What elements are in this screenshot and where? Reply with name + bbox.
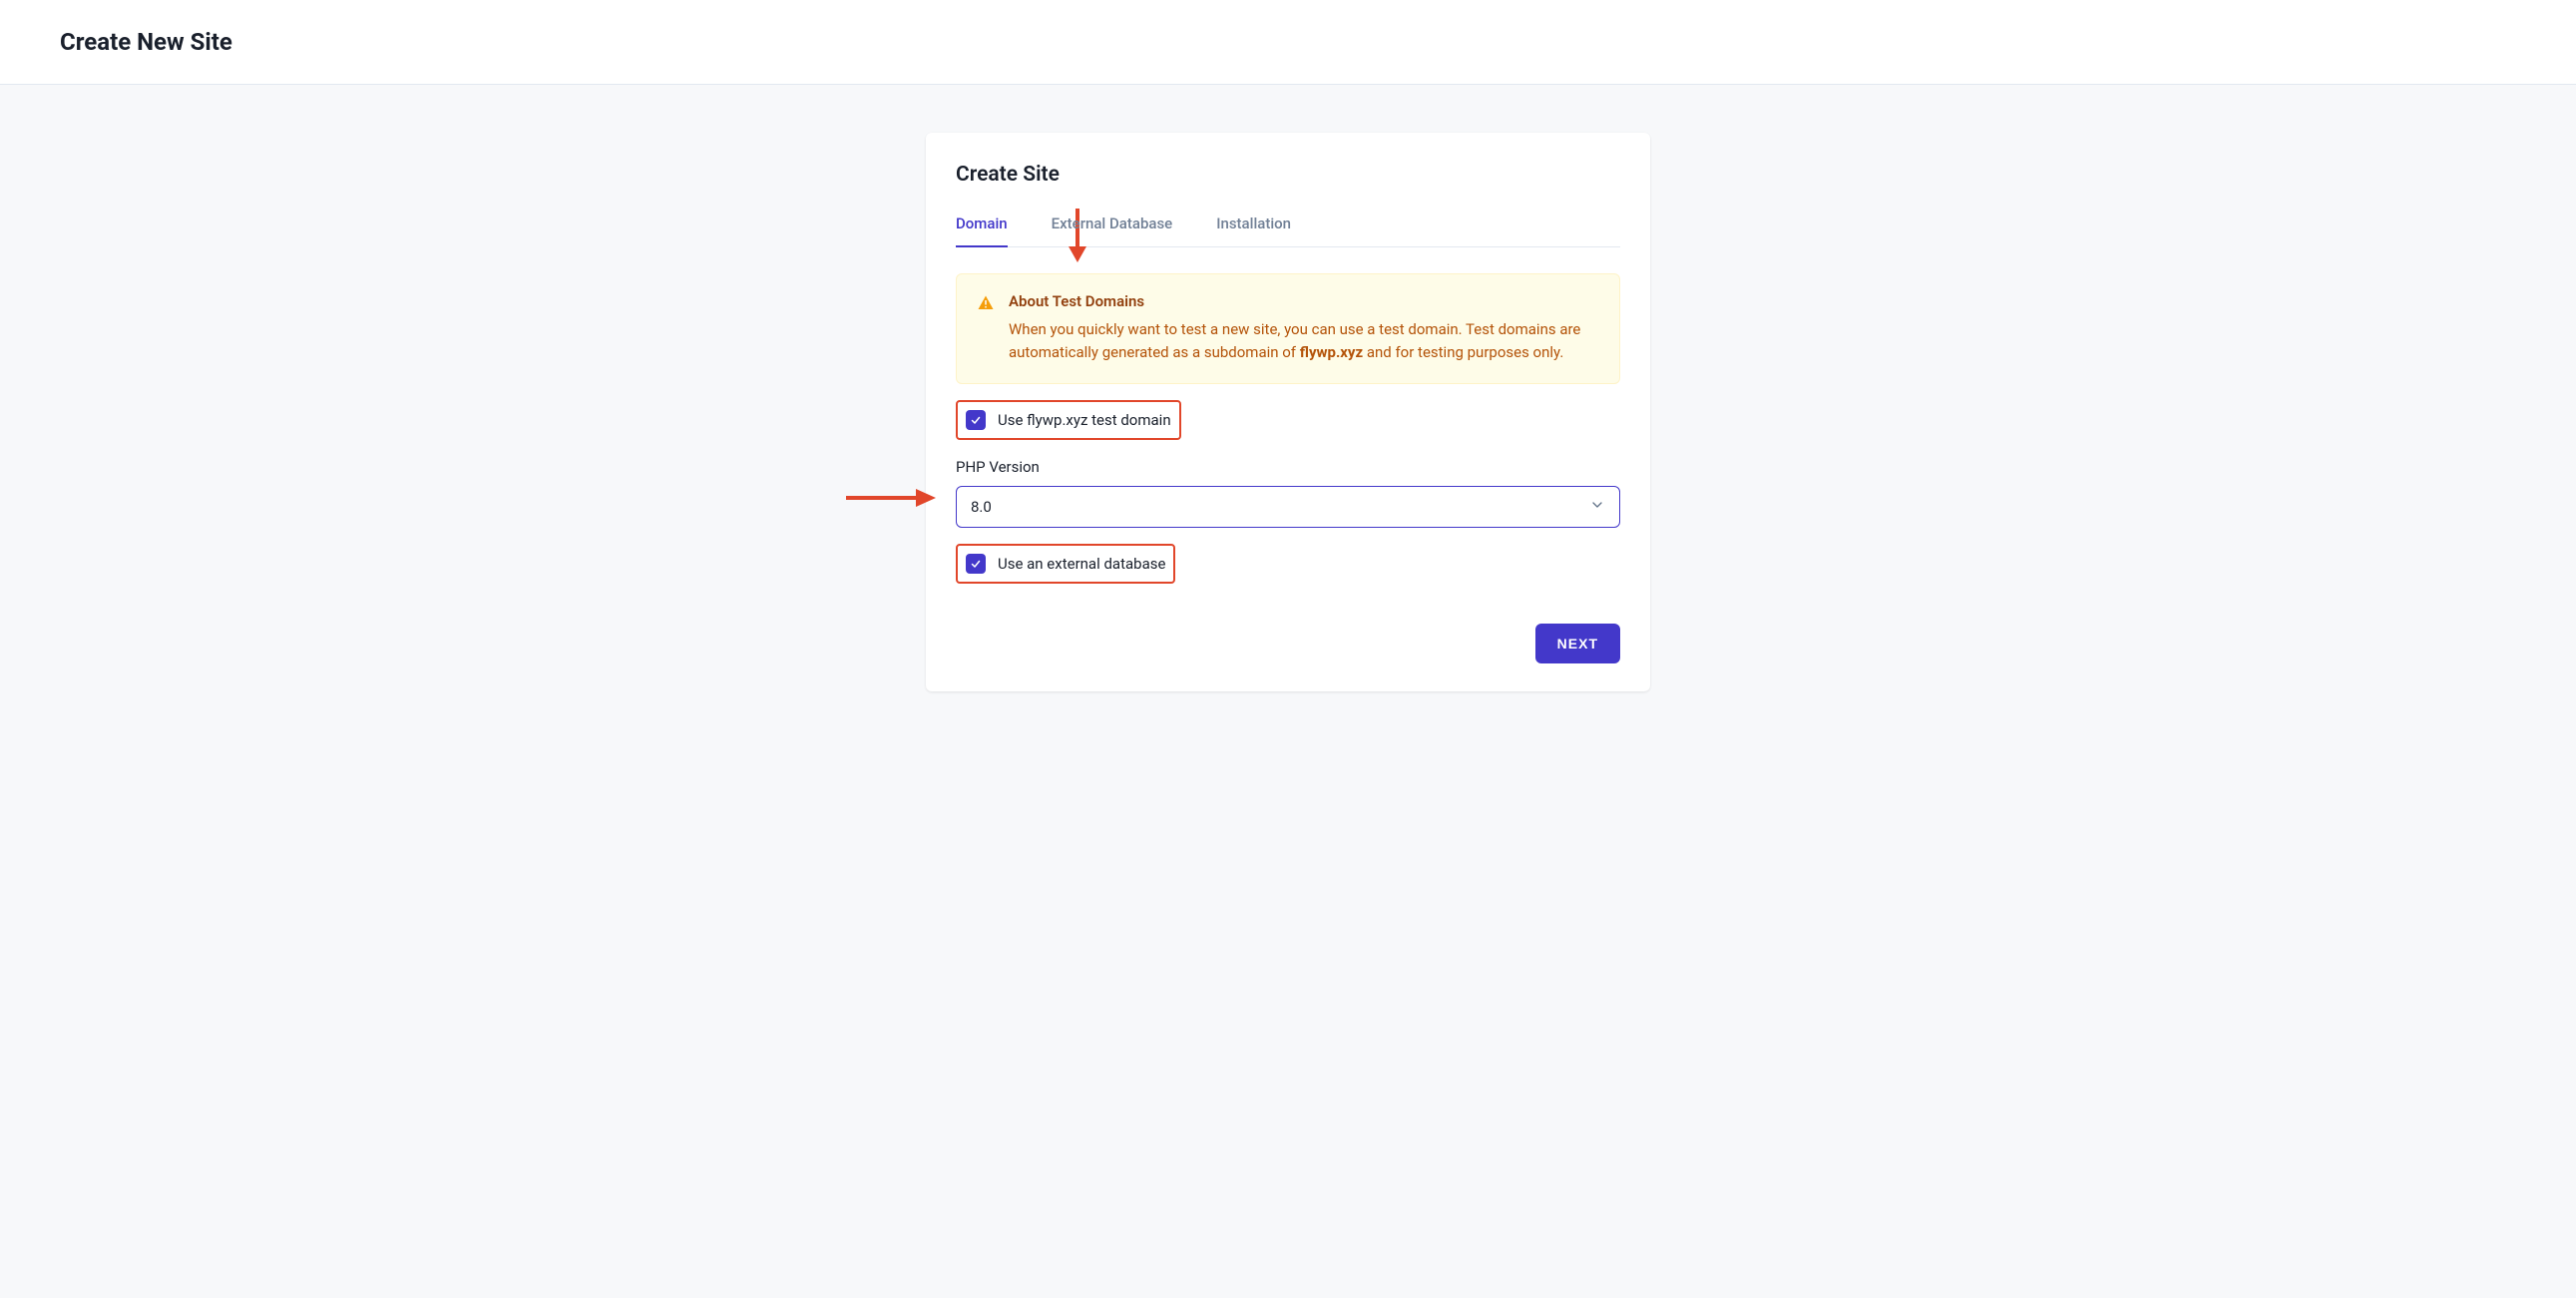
page-header: Create New Site — [0, 0, 2576, 85]
info-body-bold: flywp.xyz — [1300, 343, 1363, 361]
php-version-select[interactable]: 8.0 — [956, 486, 1620, 528]
create-site-card: Create Site Domain External Database Ins… — [926, 133, 1650, 691]
external-db-checkbox-row[interactable]: Use an external database — [956, 544, 1175, 584]
tabs: Domain External Database Installation — [956, 215, 1620, 247]
warning-icon — [977, 294, 995, 365]
check-icon — [970, 558, 982, 570]
tabs-container: Domain External Database Installation — [956, 215, 1620, 247]
external-db-checkbox-label[interactable]: Use an external database — [998, 555, 1165, 573]
info-body-post: and for testing purposes only. — [1363, 343, 1563, 361]
external-db-checkbox[interactable] — [966, 554, 986, 574]
php-version-label: PHP Version — [956, 458, 1620, 476]
test-domain-checkbox-row[interactable]: Use flywp.xyz test domain — [956, 400, 1181, 440]
card-title: Create Site — [956, 163, 1620, 187]
next-button[interactable]: NEXT — [1535, 624, 1620, 663]
php-version-value: 8.0 — [971, 498, 992, 516]
tab-installation[interactable]: Installation — [1216, 215, 1291, 246]
annotation-arrow-right-icon — [846, 486, 936, 510]
test-domains-info-box: About Test Domains When you quickly want… — [956, 273, 1620, 384]
php-version-field: PHP Version 8.0 — [956, 458, 1620, 528]
chevron-down-icon — [1589, 497, 1605, 517]
tab-domain[interactable]: Domain — [956, 215, 1008, 246]
info-title: About Test Domains — [1009, 292, 1599, 310]
test-domains-info-content: About Test Domains When you quickly want… — [1009, 292, 1599, 365]
tab-external-database[interactable]: External Database — [1052, 215, 1173, 246]
test-domain-checkbox-label[interactable]: Use flywp.xyz test domain — [998, 411, 1171, 429]
info-body: When you quickly want to test a new site… — [1009, 318, 1599, 365]
page-title: Create New Site — [60, 28, 2516, 56]
check-icon — [970, 414, 982, 426]
page-background: Create Site Domain External Database Ins… — [0, 85, 2576, 1298]
php-version-select-wrap: 8.0 — [956, 486, 1620, 528]
card-footer: NEXT — [956, 624, 1620, 663]
test-domain-checkbox[interactable] — [966, 410, 986, 430]
